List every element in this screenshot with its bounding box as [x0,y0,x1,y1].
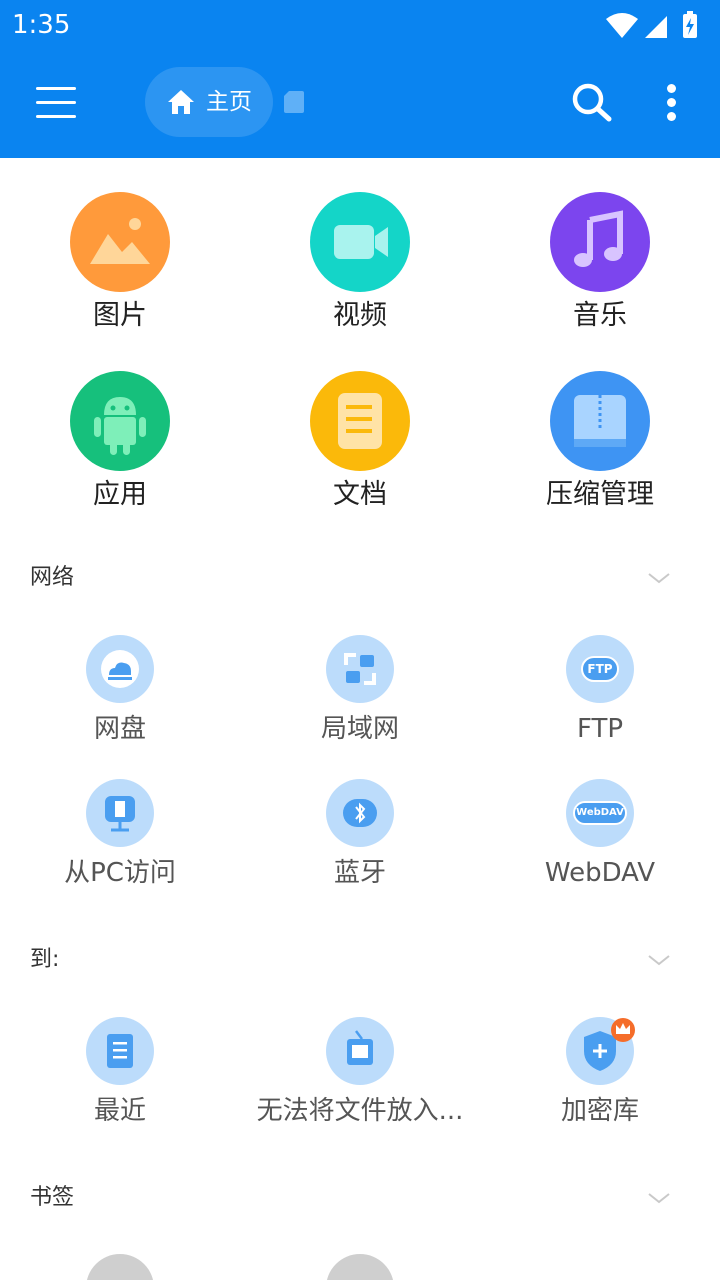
status-time: 1:35 [12,10,71,40]
tv-icon [326,1017,394,1085]
tool-label: 加密库 [560,1096,639,1126]
category-archives[interactable]: 压缩管理 [480,371,720,521]
category-apps[interactable]: 应用 [0,371,240,521]
tool-label: 最近 [93,1096,146,1126]
menu-button[interactable] [30,80,82,124]
category-label: 文档 [333,479,387,510]
chevron-down-icon[interactable] [646,952,672,968]
bookmark-item-icon[interactable] [86,1254,154,1280]
category-label: 图片 [93,300,147,331]
tool-label: 蓝牙 [333,858,386,888]
network-bluetooth[interactable]: 蓝牙 [240,779,480,909]
category-music[interactable]: 音乐 [480,192,720,342]
app-toolbar: 1:35 主页 [0,0,720,158]
network-webdav[interactable]: WebDAV WebDAV [480,779,720,909]
network-access-from-pc[interactable]: 从PC访问 [0,779,240,909]
wifi-icon [606,13,638,38]
tool-label: 局域网 [320,714,399,744]
ftp-icon: FTP [566,635,634,703]
category-label: 压缩管理 [546,479,654,510]
webdav-icon-text: WebDAV [576,807,624,818]
tool-label: FTP [576,714,624,744]
chevron-down-icon[interactable] [646,1190,672,1206]
section-title-bookmarks: 书签 [30,1185,75,1210]
battery-icon [683,11,697,38]
goto-cannot-put-files[interactable]: 无法将文件放入... [240,1017,480,1147]
search-icon[interactable] [570,82,614,122]
tool-label: 无法将文件放入... [256,1096,464,1126]
video-icon [310,192,410,292]
storage-icon[interactable] [283,90,305,114]
home-icon [168,90,194,114]
pc-icon [86,779,154,847]
section-title-network: 网络 [30,565,75,590]
cloud-icon [86,635,154,703]
tool-label: 从PC访问 [64,858,176,888]
webdav-icon: WebDAV [566,779,634,847]
music-icon [550,192,650,292]
network-ftp[interactable]: FTP FTP [480,635,720,765]
network-lan[interactable]: 局域网 [240,635,480,765]
images-icon [70,192,170,292]
goto-recent[interactable]: 最近 [0,1017,240,1147]
document-icon [310,371,410,471]
network-cloud-drive[interactable]: 网盘 [0,635,240,765]
android-icon [70,371,170,471]
category-label: 音乐 [573,300,627,331]
category-images[interactable]: 图片 [0,192,240,342]
ftp-icon-text: FTP [587,662,613,676]
status-icons [600,8,710,42]
signal-icon [645,16,667,38]
bookmark-item-icon[interactable] [326,1254,394,1280]
breadcrumb-label: 主页 [206,89,252,115]
category-video[interactable]: 视频 [240,192,480,342]
tool-label: 网盘 [93,714,146,744]
more-options-icon[interactable] [658,84,686,124]
category-label: 视频 [333,300,387,331]
goto-vault[interactable]: 加密库 [480,1017,720,1147]
breadcrumb-home[interactable]: 主页 [145,67,273,137]
archive-icon [550,371,650,471]
chevron-down-icon[interactable] [646,570,672,586]
category-documents[interactable]: 文档 [240,371,480,521]
section-title-goto: 到: [30,947,60,972]
recent-icon [86,1017,154,1085]
crown-badge-icon [611,1018,635,1042]
tool-label: WebDAV [544,858,656,888]
lan-icon [326,635,394,703]
category-label: 应用 [93,479,147,510]
bluetooth-icon [326,779,394,847]
